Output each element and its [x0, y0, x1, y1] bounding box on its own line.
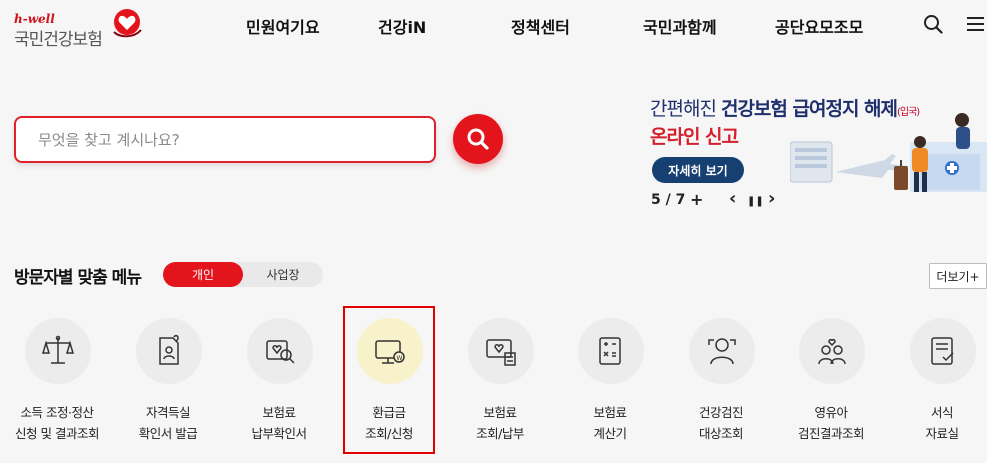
banner-prev-icon[interactable]: ‹: [729, 188, 736, 209]
service-label: 소득 조정·정산 신청 및 결과조회: [15, 405, 99, 441]
payment-confirm-icon: [247, 318, 313, 384]
service-label: 보험료 조회/납부: [476, 405, 524, 441]
service-label: 건강검진 대상조회: [698, 405, 744, 441]
service-infant-checkup[interactable]: 영유아 검진결과조회: [776, 318, 886, 458]
service-label: 자격득실 확인서 발급: [138, 405, 198, 441]
banner-headline-light: 간편해진: [650, 98, 721, 120]
infant-checkup-icon: [799, 318, 865, 384]
custom-menu-title: 방문자별 맞춤 메뉴: [14, 268, 142, 288]
nhis-logo[interactable]: h-well 국민건강보험: [14, 4, 142, 50]
service-income-adjustment[interactable]: 소득 조정·정산 신청 및 결과조회: [2, 318, 112, 458]
banner-next-icon[interactable]: ›: [768, 188, 775, 209]
nav-item-health-in[interactable]: 건강iN: [378, 14, 426, 38]
service-qualification-certificate[interactable]: 자격득실 확인서 발급: [113, 318, 223, 458]
search-icon[interactable]: [923, 14, 943, 34]
banner-subheadline: 온라인 신고: [650, 126, 739, 148]
banner-detail-button[interactable]: 자세히 보기: [652, 157, 744, 183]
premium-inquiry-icon: [468, 318, 534, 384]
heart-logo-icon: [113, 9, 142, 38]
checkup-person-icon: [689, 318, 755, 384]
highlight-frame: [343, 306, 435, 454]
search-button-icon: [467, 128, 489, 150]
service-label: 보험료 계산기: [593, 405, 627, 441]
tab-business[interactable]: 사업장: [243, 262, 323, 287]
certificate-icon: [136, 318, 202, 384]
service-label: 서식 자료실: [925, 405, 959, 441]
service-premium-calculator[interactable]: 보험료 계산기: [555, 318, 665, 458]
scale-icon: [25, 318, 91, 384]
nav-item-civil-service[interactable]: 민원여기요: [246, 14, 320, 38]
tab-individual[interactable]: 개인: [163, 262, 243, 287]
banner-add-icon[interactable]: +: [690, 190, 703, 209]
calculator-icon: [578, 318, 644, 384]
search-input[interactable]: [16, 118, 434, 161]
service-label: 영유아 검진결과조회: [797, 405, 865, 441]
hamburger-menu-icon[interactable]: [965, 14, 985, 34]
page: h-well 국민건강보험 민원여기요 건강iN 정책센터 국민과함께 공단요모…: [0, 0, 987, 463]
more-button[interactable]: 더보기+: [929, 263, 987, 289]
service-form-library[interactable]: 서식 자료실: [887, 318, 987, 458]
service-premium-inquiry[interactable]: 보험료 조회/납부: [445, 318, 555, 458]
search-button[interactable]: [453, 114, 503, 164]
visitor-type-toggle: 개인 사업장: [163, 262, 323, 287]
nav-item-about-corp[interactable]: 공단요모조모: [775, 14, 863, 38]
logo-sub-text: h-well: [14, 12, 55, 26]
service-payment-confirmation[interactable]: 보험료 납부확인서: [224, 318, 334, 458]
service-checkup-target[interactable]: 건강검진 대상조회: [666, 318, 776, 458]
form-document-icon: [910, 318, 976, 384]
logo-main-text: 국민건강보험: [14, 30, 103, 50]
search-box: [14, 116, 436, 163]
banner-pause-icon[interactable]: ❚❚: [747, 196, 764, 207]
nav-item-with-public[interactable]: 국민과함께: [643, 14, 717, 38]
banner-counter: 5 / 7: [651, 192, 686, 208]
banner-airport-illustration: [790, 113, 987, 192]
service-label: 보험료 납부확인서: [251, 405, 307, 441]
nav-item-policy-center[interactable]: 정책센터: [511, 14, 570, 38]
